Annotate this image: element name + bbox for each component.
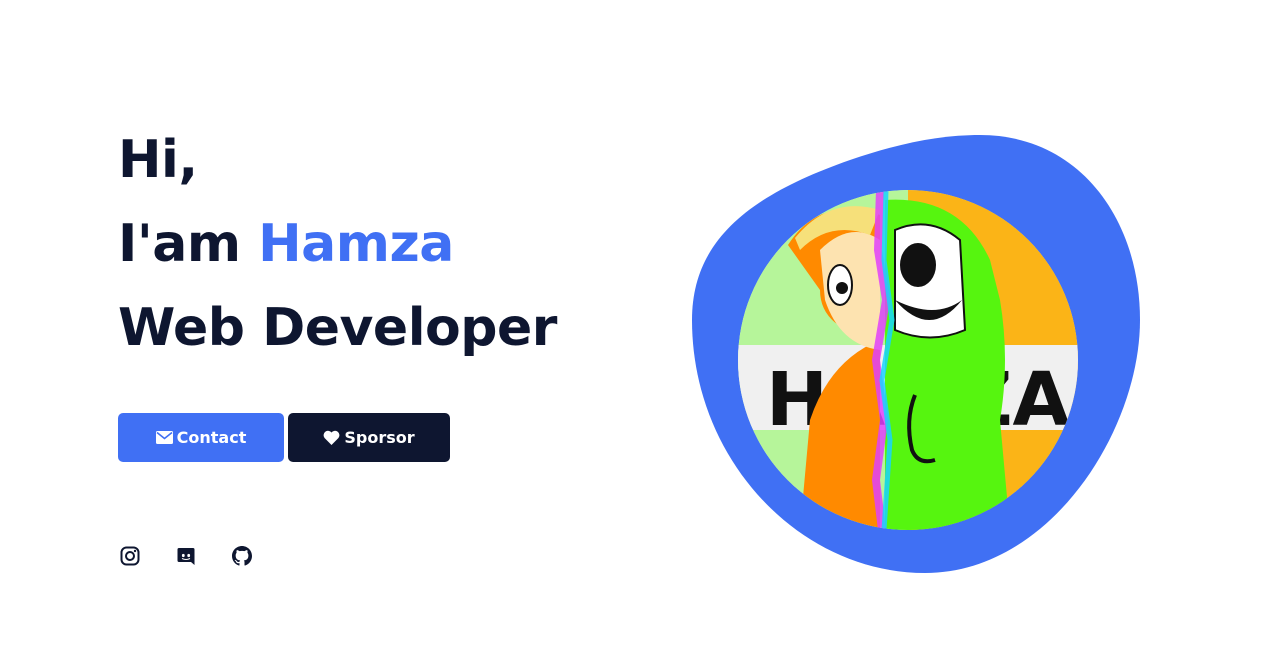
discord-link[interactable] — [176, 548, 196, 568]
avatar-blob: HAMZA — [690, 130, 1145, 575]
sponsor-label: Sporsor — [344, 428, 415, 447]
heart-icon — [323, 430, 340, 445]
intro-prefix: I'am — [118, 214, 259, 274]
landing-page: Hi, I'am Hamza Web Developer Contact Spo… — [0, 0, 1280, 652]
avatar-image: HAMZA — [738, 190, 1078, 530]
github-icon — [232, 546, 252, 570]
intro-heading: I'am Hamza — [118, 218, 454, 270]
instagram-link[interactable] — [120, 546, 140, 570]
role-heading: Web Developer — [118, 298, 557, 358]
greeting-heading: Hi, — [118, 130, 198, 190]
github-link[interactable] — [232, 546, 252, 570]
social-links — [120, 546, 252, 570]
instagram-icon — [120, 546, 140, 570]
envelope-icon — [155, 431, 173, 444]
cta-buttons: Contact Sporsor — [118, 413, 450, 462]
discord-icon — [176, 546, 196, 570]
contact-label: Contact — [176, 428, 247, 447]
contact-button[interactable]: Contact — [118, 413, 284, 462]
name-highlight: Hamza — [258, 214, 454, 274]
sponsor-button[interactable]: Sporsor — [288, 413, 450, 462]
